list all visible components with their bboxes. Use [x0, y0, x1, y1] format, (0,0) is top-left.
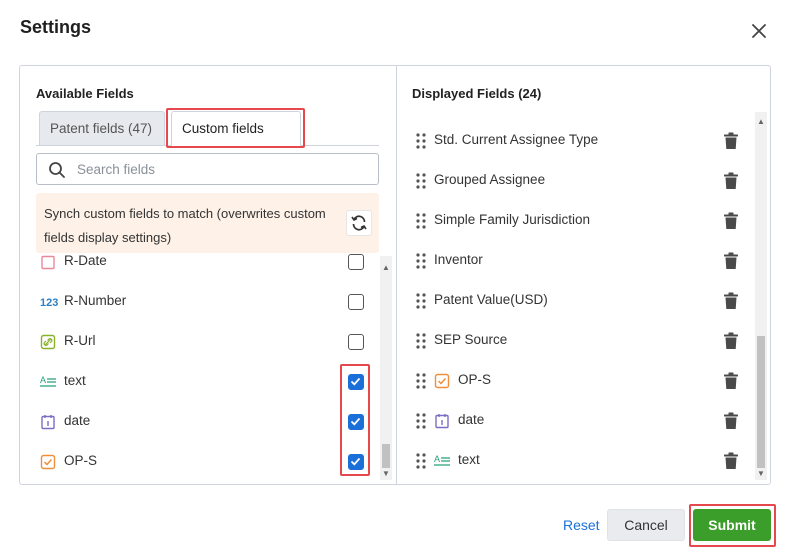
displayed-field-label: Grouped Assignee [434, 172, 545, 187]
list-item: Simple Family Jurisdiction [412, 200, 752, 240]
list-item: A text [412, 440, 752, 480]
right-scrollbar[interactable]: ▲ ▼ [755, 112, 767, 480]
list-item: 123 R-Number [36, 281, 381, 321]
displayed-field-label: OP-S [458, 372, 491, 387]
field-checkbox[interactable] [348, 254, 364, 270]
list-item: date [412, 400, 752, 440]
trash-icon[interactable] [723, 412, 739, 430]
date-icon [40, 254, 56, 270]
displayed-fields-heading: Displayed Fields (24) [412, 86, 541, 101]
drag-handle-icon[interactable] [416, 213, 426, 229]
list-item: Std. Current Assignee Type [412, 120, 752, 160]
custom-tab-highlight [166, 108, 305, 148]
field-checkbox[interactable] [348, 294, 364, 310]
trash-icon[interactable] [723, 292, 739, 310]
option-select-icon [40, 454, 56, 470]
refresh-icon [350, 214, 368, 232]
left-scrollbar[interactable]: ▲ ▼ [380, 256, 392, 480]
url-icon [40, 334, 56, 350]
displayed-field-label: date [458, 412, 484, 427]
search-icon [48, 161, 66, 179]
trash-icon[interactable] [723, 332, 739, 350]
search-input[interactable] [77, 155, 367, 183]
displayed-field-label: Inventor [434, 252, 483, 267]
text-icon: A [434, 453, 450, 469]
drag-handle-icon[interactable] [416, 253, 426, 269]
synch-button[interactable] [346, 210, 372, 236]
checked-boxes-highlight [340, 364, 370, 476]
field-checkbox[interactable] [348, 334, 364, 350]
available-fields-list: R-Date 123 R-Number R-Url A text [36, 254, 381, 480]
drag-handle-icon[interactable] [416, 293, 426, 309]
displayed-field-label: Patent Value(USD) [434, 292, 548, 307]
list-item: Grouped Assignee [412, 160, 752, 200]
trash-icon[interactable] [723, 452, 739, 470]
option-select-icon [434, 373, 450, 389]
list-item: OP-S [412, 360, 752, 400]
scroll-up-arrow-icon[interactable]: ▲ [757, 118, 765, 126]
cancel-button[interactable]: Cancel [607, 509, 685, 541]
scroll-thumb[interactable] [757, 336, 765, 468]
available-fields-heading: Available Fields [36, 86, 134, 101]
trash-icon[interactable] [723, 172, 739, 190]
tab-patent-fields[interactable]: Patent fields (47) [39, 111, 165, 146]
synch-banner: Synch custom fields to match (overwrites… [36, 193, 379, 253]
scroll-thumb[interactable] [382, 444, 390, 468]
field-label: OP-S [64, 453, 97, 468]
drag-handle-icon[interactable] [416, 133, 426, 149]
drag-handle-icon[interactable] [416, 333, 426, 349]
field-label: date [64, 413, 90, 428]
list-item: SEP Source [412, 320, 752, 360]
field-label: text [64, 373, 86, 388]
trash-icon[interactable] [723, 132, 739, 150]
field-label: R-Number [64, 293, 126, 308]
text-icon: A [40, 374, 56, 390]
date-icon [434, 413, 450, 429]
displayed-field-label: SEP Source [434, 332, 507, 347]
search-box [36, 153, 379, 185]
field-label: R-Url [64, 333, 96, 348]
fields-panel: Available Fields Patent fields (47) Cust… [19, 65, 771, 485]
panel-divider [396, 66, 397, 484]
list-item: Patent Value(USD) [412, 280, 752, 320]
drag-handle-icon[interactable] [416, 453, 426, 469]
date-icon [40, 414, 56, 430]
trash-icon[interactable] [723, 372, 739, 390]
close-icon[interactable] [748, 20, 770, 42]
scroll-down-arrow-icon[interactable]: ▼ [382, 470, 390, 478]
svg-text:123: 123 [40, 297, 58, 309]
list-item: OP-S [36, 441, 381, 480]
submit-highlight [689, 504, 776, 547]
dialog-title: Settings [20, 17, 91, 38]
displayed-field-label: text [458, 452, 480, 467]
list-item: R-Url [36, 321, 381, 361]
displayed-field-label: Std. Current Assignee Type [434, 132, 598, 147]
trash-icon[interactable] [723, 252, 739, 270]
list-item: A text [36, 361, 381, 401]
drag-handle-icon[interactable] [416, 173, 426, 189]
svg-text:A: A [40, 375, 46, 385]
list-item: R-Date [36, 254, 381, 281]
list-item: date [36, 401, 381, 441]
list-item: Inventor [412, 240, 752, 280]
number-icon: 123 [40, 294, 56, 310]
reset-button[interactable]: Reset [563, 517, 600, 533]
displayed-fields-list: Std. Current Assignee Type Grouped Assig… [412, 120, 752, 480]
trash-icon[interactable] [723, 212, 739, 230]
field-label: R-Date [64, 254, 107, 268]
svg-text:A: A [434, 454, 440, 464]
drag-handle-icon[interactable] [416, 373, 426, 389]
scroll-up-arrow-icon[interactable]: ▲ [382, 264, 390, 272]
drag-handle-icon[interactable] [416, 413, 426, 429]
synch-text: Synch custom fields to match (overwrites… [44, 202, 334, 250]
scroll-down-arrow-icon[interactable]: ▼ [757, 470, 765, 478]
displayed-field-label: Simple Family Jurisdiction [434, 212, 590, 227]
